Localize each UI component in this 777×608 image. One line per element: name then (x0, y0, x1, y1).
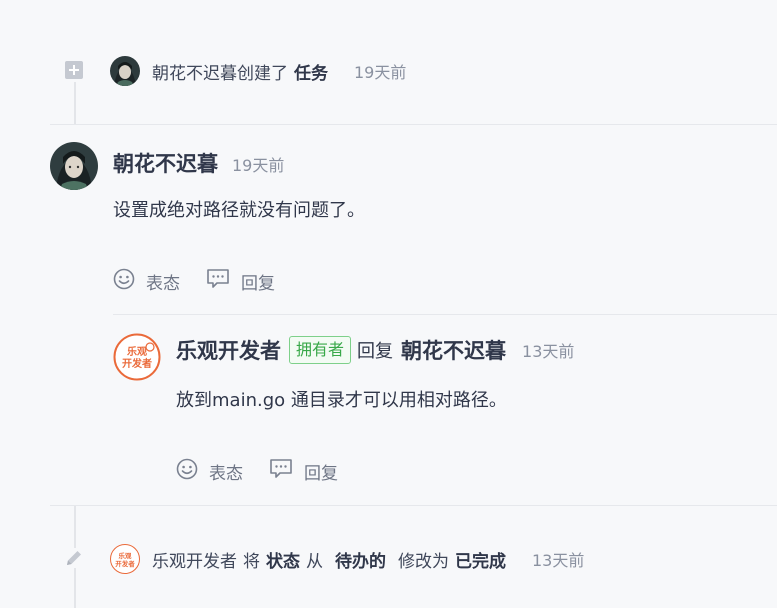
avatar[interactable] (50, 142, 98, 190)
comment-icon (269, 458, 304, 485)
event-from-word: 从 (306, 551, 323, 572)
event-action: 创建了 (237, 63, 288, 84)
reply-to-user[interactable]: 朝花不迟暮 (401, 335, 506, 365)
react-button[interactable]: 表态 (176, 458, 243, 485)
reply-time: 13天前 (522, 342, 575, 361)
logo-line1: 乐观 (127, 345, 147, 358)
event-created: 朝花不迟暮 创建了 任务 19天前 (110, 56, 406, 86)
event-to-value: 已完成 (455, 551, 506, 572)
event-verb: 将 (243, 551, 260, 572)
comment-body: 设置成绝对路径就没有问题了。 (113, 200, 365, 221)
event-field: 状态 (266, 551, 300, 572)
logo-line2: 开发者 (122, 357, 152, 370)
smile-icon (176, 458, 209, 485)
event-from-value: 待办的 (335, 551, 386, 572)
reply-author[interactable]: 乐观开发者 (176, 335, 281, 365)
reply-button[interactable]: 回复 (269, 458, 338, 485)
comment-header: 朝花不迟暮 19天前 (113, 148, 284, 178)
timeline-rail (74, 82, 76, 124)
divider (50, 505, 777, 506)
event-user[interactable]: 乐观开发者 (152, 547, 237, 572)
reply-body: 放到main.go 通目录才可以用相对路径。 (176, 390, 507, 411)
activity-timeline: 朝花不迟暮 创建了 任务 19天前 朝花不迟暮 19天前 设置成绝对路径就没有问… (0, 0, 777, 608)
reply-word: 回复 (357, 341, 394, 362)
pencil-icon (64, 548, 84, 568)
comment-author[interactable]: 朝花不迟暮 (113, 148, 218, 178)
event-time: 19天前 (354, 63, 407, 82)
react-button[interactable]: 表态 (113, 268, 180, 295)
avatar[interactable]: 乐观 开发者 (113, 333, 161, 381)
reply-button[interactable]: 回复 (206, 268, 275, 295)
comment-icon (206, 268, 241, 295)
reply-header: 乐观开发者 拥有者 回复 朝花不迟暮 13天前 (176, 335, 574, 365)
event-time: 13天前 (532, 551, 585, 570)
react-label: 表态 (146, 274, 180, 294)
avatar[interactable]: 乐观 开发者 (110, 544, 140, 574)
plus-square-icon (64, 60, 84, 80)
owner-badge: 拥有者 (289, 336, 352, 364)
react-label: 表态 (209, 464, 243, 484)
divider (113, 314, 777, 315)
comment-time: 19天前 (232, 156, 285, 175)
reply-label: 回复 (304, 464, 338, 484)
comment-actions: 表态 回复 (113, 268, 301, 295)
event-user[interactable]: 朝花不迟暮 (152, 59, 237, 84)
logo-line1: 乐观 (119, 551, 133, 560)
divider (50, 124, 777, 125)
event-status-change: 乐观 开发者 乐观开发者 将 状态 从 待办的 修改为 已完成 13天前 (110, 544, 584, 574)
reply-label: 回复 (241, 274, 275, 294)
reply-actions: 表态 回复 (176, 458, 364, 485)
logo-line2: 开发者 (115, 559, 135, 568)
event-to-word: 修改为 (398, 551, 449, 572)
smile-icon (113, 268, 146, 295)
avatar[interactable] (110, 56, 140, 86)
event-target[interactable]: 任务 (294, 59, 328, 84)
